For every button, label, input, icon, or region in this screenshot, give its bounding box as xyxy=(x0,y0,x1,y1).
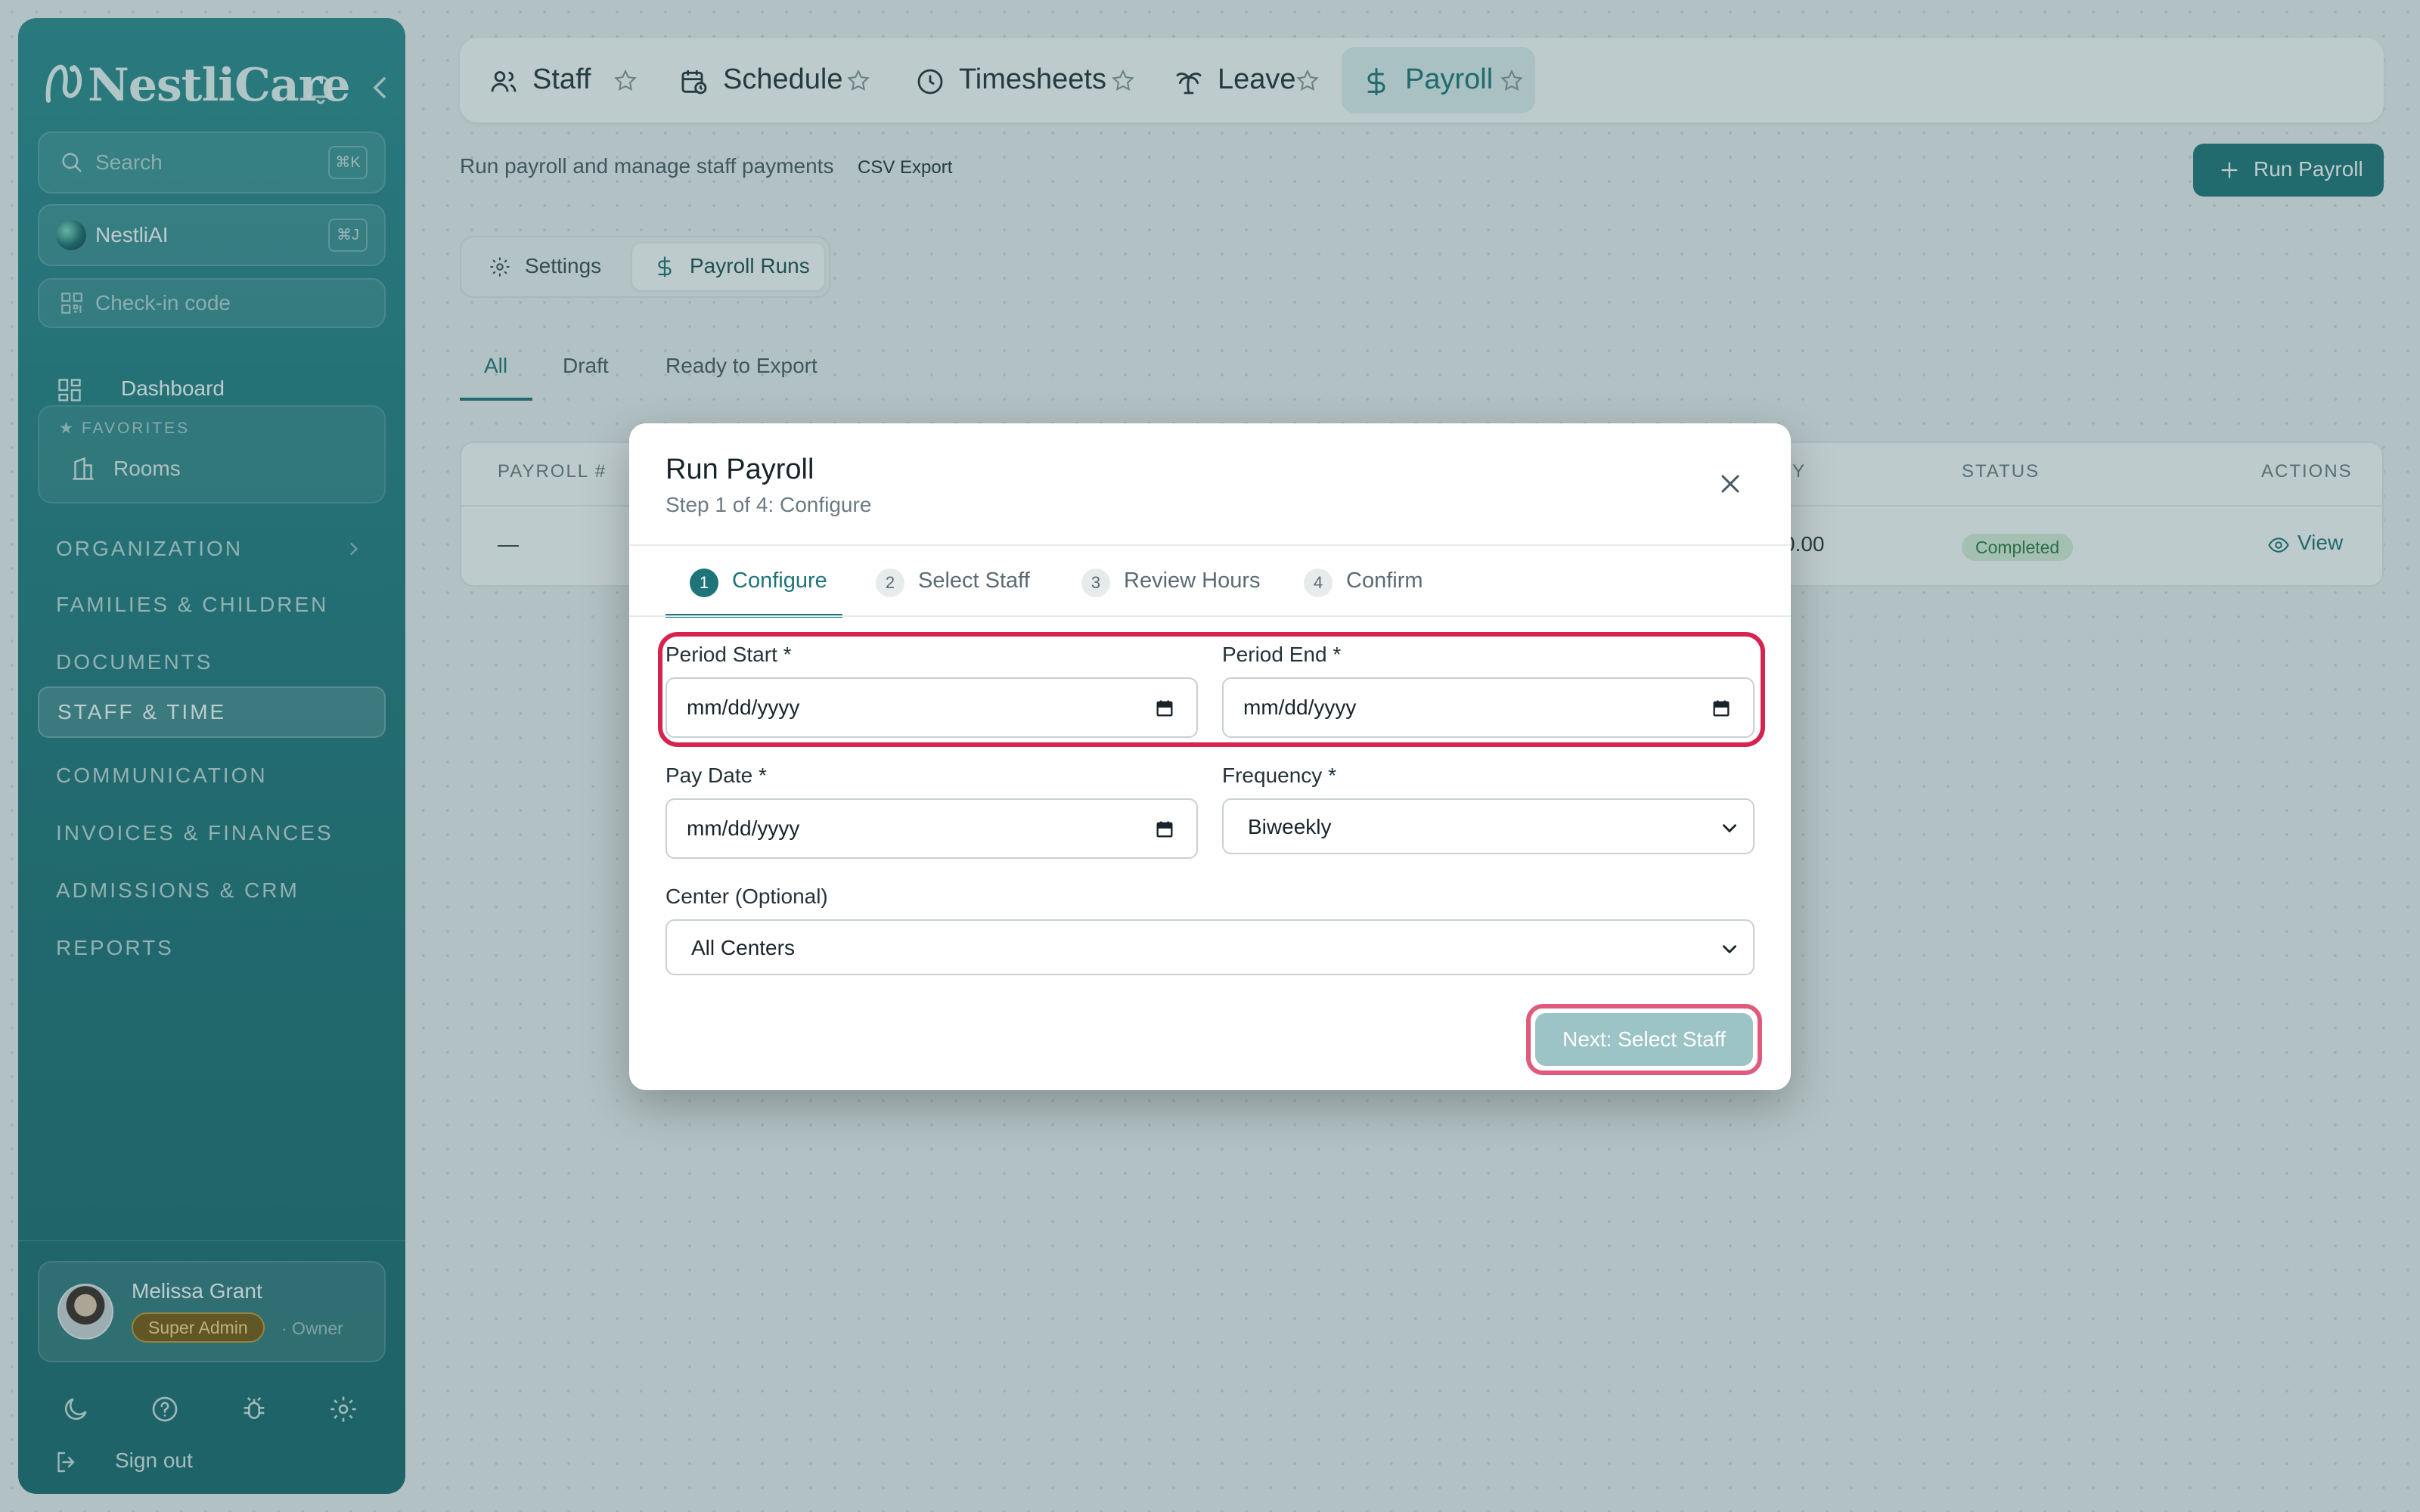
center-label: Center (Optional) xyxy=(666,885,828,908)
next-select-staff-button[interactable]: Next: Select Staff xyxy=(1535,1013,1753,1066)
step-label: Review Hours xyxy=(1124,569,1261,593)
step-number: 4 xyxy=(1304,569,1333,597)
date-placeholder: mm/dd/yyyy xyxy=(687,816,800,840)
frequency-select[interactable]: Biweekly xyxy=(1222,798,1754,854)
next-button-label: Next: Select Staff xyxy=(1562,1027,1726,1051)
run-payroll-modal: Run Payroll Step 1 of 4: Configure 1 Con… xyxy=(629,423,1791,1090)
pay-date-input[interactable]: mm/dd/yyyy xyxy=(666,798,1198,859)
step-number: 1 xyxy=(690,569,718,597)
calendar-icon[interactable] xyxy=(1154,818,1175,841)
frequency-label: Frequency * xyxy=(1222,764,1336,787)
chevron-down-icon xyxy=(1723,945,1736,954)
step-label: Configure xyxy=(732,569,827,593)
step-number: 2 xyxy=(876,569,904,597)
select-value: All Centers xyxy=(691,936,795,959)
modal-subtitle: Step 1 of 4: Configure xyxy=(666,493,872,516)
pay-date-label: Pay Date * xyxy=(666,764,767,787)
steps-divider xyxy=(629,615,1791,617)
chevron-down-icon xyxy=(1723,824,1736,833)
step-number: 3 xyxy=(1081,569,1110,597)
close-icon[interactable] xyxy=(1715,469,1745,499)
step-label: Confirm xyxy=(1346,569,1423,593)
modal-header-divider xyxy=(629,544,1791,546)
highlight-period-fields xyxy=(658,632,1765,747)
select-value: Biweekly xyxy=(1248,815,1332,838)
center-select[interactable]: All Centers xyxy=(666,919,1754,975)
modal-title: Run Payroll xyxy=(666,454,814,485)
step-label: Select Staff xyxy=(918,569,1030,593)
